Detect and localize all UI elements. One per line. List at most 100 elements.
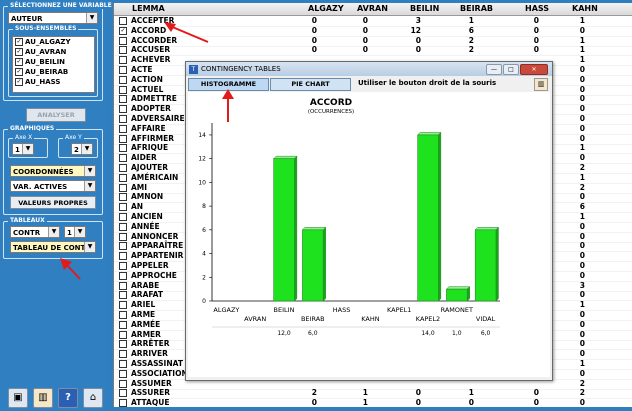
subset-item[interactable]: ✓ AU_ALGAZY: [13, 37, 94, 47]
row-checkbox[interactable]: [119, 17, 127, 25]
active-vars-select[interactable]: VAR. ACTIVES ▼: [10, 180, 96, 192]
contr-num-select[interactable]: 1 ▼: [64, 226, 86, 238]
row-checkbox[interactable]: [119, 330, 127, 339]
checkbox-icon[interactable]: ✓: [15, 58, 23, 66]
row-checkbox[interactable]: [119, 399, 127, 407]
col-hass[interactable]: HASS: [525, 3, 549, 15]
col-algazy[interactable]: ALGAZY: [308, 3, 344, 15]
col-kahn[interactable]: KAHN: [572, 3, 598, 15]
row-checkbox[interactable]: [119, 124, 127, 133]
save-icon[interactable]: ▣: [8, 388, 28, 408]
row-checkbox[interactable]: [119, 222, 127, 231]
chart-icon[interactable]: ▥: [33, 388, 53, 408]
y-tick-label: 8: [202, 203, 206, 210]
home-icon[interactable]: ⌂: [83, 388, 103, 408]
checkbox-icon[interactable]: ✓: [15, 68, 23, 76]
axe-y-value: 2: [74, 146, 79, 154]
row-checkbox[interactable]: [119, 85, 127, 94]
row-checkbox[interactable]: [119, 252, 127, 261]
lemma-cell: AMNON: [131, 192, 164, 202]
value-cell: 0: [533, 45, 539, 55]
row-checkbox[interactable]: [119, 154, 127, 163]
row-checkbox[interactable]: [119, 301, 127, 310]
row-checkbox[interactable]: [119, 281, 127, 290]
row-checkbox[interactable]: [119, 340, 127, 349]
row-checkbox[interactable]: [119, 56, 127, 65]
bar: [417, 134, 439, 302]
row-checkbox[interactable]: [119, 46, 127, 55]
row-checkbox[interactable]: [119, 311, 127, 319]
eigenvalues-button[interactable]: VALEURS PROPRES: [10, 196, 96, 209]
lemma-cell: ACCUSER: [131, 45, 171, 55]
row-checkbox[interactable]: [119, 75, 127, 84]
checkbox-icon[interactable]: ✓: [15, 38, 23, 46]
value-cell: 3: [579, 280, 585, 290]
subset-item[interactable]: ✓ AU_AVRAN: [13, 47, 94, 57]
contr-select[interactable]: CONTR ▼: [10, 226, 60, 238]
table-type-select[interactable]: TABLEAU DE CONT ▼: [10, 241, 96, 253]
row-checkbox[interactable]: [119, 213, 127, 221]
axe-x-select[interactable]: 1 ▼: [12, 143, 34, 155]
axe-y-select[interactable]: 2 ▼: [71, 143, 93, 155]
value-cell: 0: [415, 398, 421, 407]
coordinates-select[interactable]: COORDONNÉES ▼: [10, 165, 96, 177]
row-checkbox[interactable]: [119, 369, 127, 378]
checkbox-icon[interactable]: ✓: [15, 48, 23, 56]
row-checkbox[interactable]: [119, 66, 127, 74]
analyze-button[interactable]: ANALYSER: [26, 108, 86, 122]
row-checkbox[interactable]: [119, 183, 127, 192]
row-checkbox[interactable]: [119, 36, 127, 45]
row-checkbox[interactable]: [119, 271, 127, 280]
lemma-cell: APPARAÎTRE: [131, 241, 184, 251]
row-checkbox[interactable]: [119, 144, 127, 153]
subset-item[interactable]: ✓ AU_BEILIN: [13, 57, 94, 67]
row-checkbox[interactable]: [119, 232, 127, 241]
value-cell: 1: [579, 359, 585, 368]
lemma-cell: ARMÉE: [131, 319, 161, 329]
row-checkbox[interactable]: [119, 262, 127, 270]
lemma-cell: AN: [131, 202, 144, 212]
row-checkbox[interactable]: [119, 389, 127, 398]
row-checkbox[interactable]: ✓: [119, 26, 127, 35]
dialog-titlebar[interactable]: T CONTINGENCY TABLES — □ ✕: [186, 62, 552, 76]
row-checkbox[interactable]: [119, 134, 127, 143]
row-checkbox[interactable]: [119, 320, 127, 329]
lemma-cell: ACHEVER: [131, 55, 171, 65]
col-beirab[interactable]: BEIRAB: [460, 3, 493, 15]
chart-options-icon[interactable]: ▥: [534, 78, 548, 91]
bar: [446, 288, 468, 302]
value-cell: 0: [362, 35, 368, 45]
col-avran[interactable]: AVRAN: [357, 3, 388, 15]
value-cell: 0: [415, 35, 421, 45]
row-checkbox[interactable]: [119, 350, 127, 359]
tab-pie-chart[interactable]: PIE CHART: [270, 78, 351, 91]
row-checkbox[interactable]: [119, 203, 127, 212]
bar-top: [273, 155, 298, 159]
col-beilin[interactable]: BEILIN: [410, 3, 439, 15]
row-checkbox[interactable]: [119, 173, 127, 182]
chevron-down-icon: ▼: [86, 13, 97, 23]
row-checkbox[interactable]: [119, 360, 127, 368]
checkbox-icon[interactable]: ✓: [15, 78, 23, 86]
help-icon[interactable]: ?: [58, 388, 78, 408]
col-lemma[interactable]: LEMMA: [132, 3, 165, 15]
row-checkbox[interactable]: [119, 193, 127, 202]
row-checkbox[interactable]: [119, 95, 127, 104]
subsets-list[interactable]: ✓ AU_ALGAZY ✓ AU_AVRAN ✓ AU_BEILIN ✓ AU_BEIRAB ✓…: [12, 36, 95, 93]
row-checkbox[interactable]: [119, 105, 127, 114]
row-checkbox[interactable]: [119, 115, 127, 123]
lemma-cell: AMÉRICAIN: [131, 172, 179, 182]
subset-item[interactable]: ✓ AU_BEIRAB: [13, 67, 94, 77]
row-checkbox[interactable]: [119, 379, 127, 388]
value-cell: 0: [533, 398, 539, 407]
maximize-icon[interactable]: □: [503, 64, 519, 75]
row-checkbox[interactable]: [119, 164, 127, 172]
row-checkbox[interactable]: [119, 242, 127, 251]
minimize-icon[interactable]: —: [486, 64, 502, 75]
value-cell: 0: [579, 261, 585, 270]
row-checkbox[interactable]: [119, 291, 127, 300]
close-icon[interactable]: ✕: [520, 64, 548, 75]
variable-select[interactable]: AUTEUR ▼: [8, 12, 98, 24]
subset-item[interactable]: ✓ AU_HASS: [13, 77, 94, 87]
table-row[interactable]: ATTAQUE 0 1 0 0 0 0: [114, 398, 632, 407]
